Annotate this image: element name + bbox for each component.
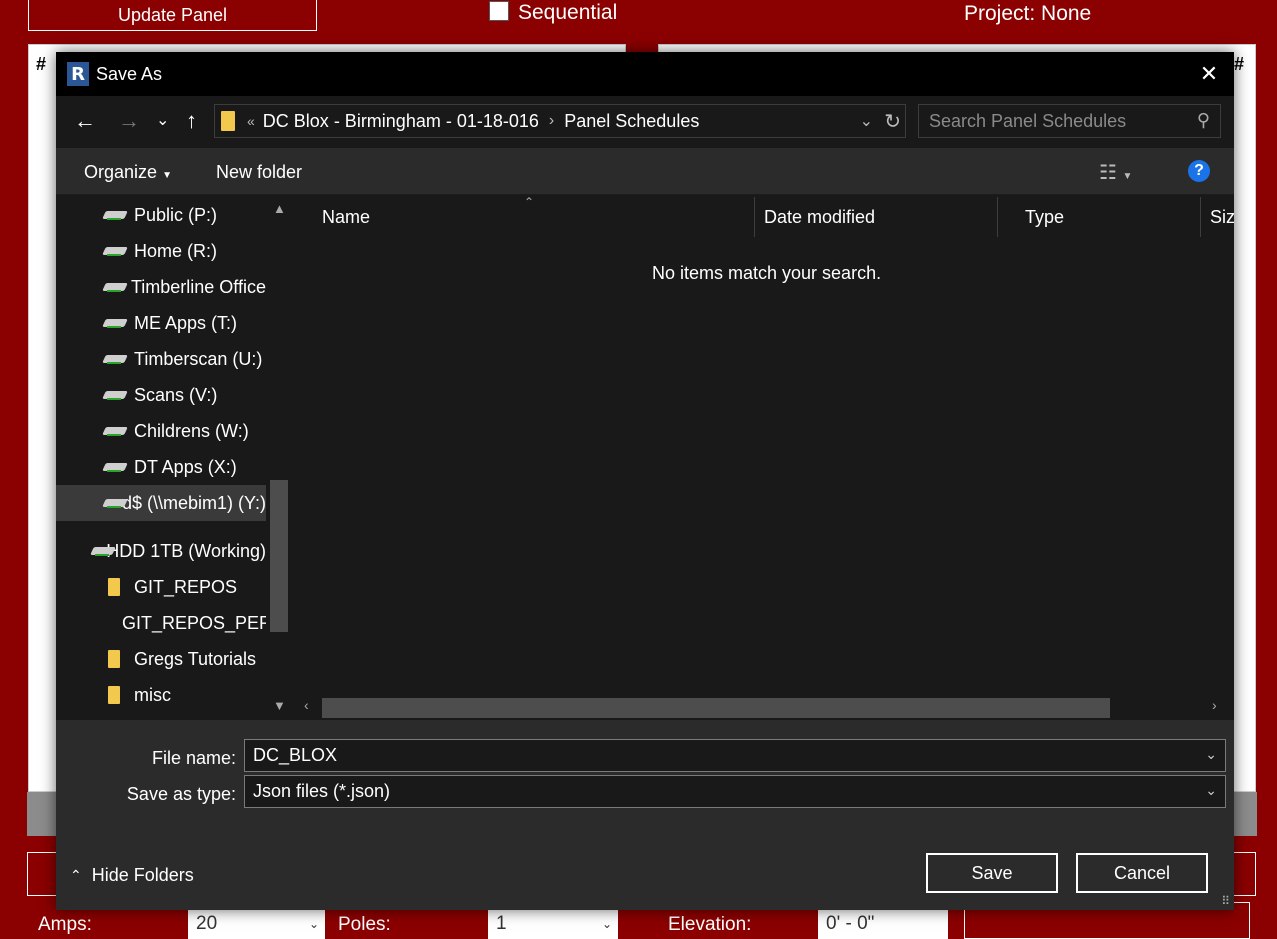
breadcrumb-panel-schedules[interactable]: Panel Schedules (564, 111, 699, 132)
address-bar[interactable]: « DC Blox - Birmingham - 01-18-016 › Pan… (214, 104, 906, 138)
scroll-up-icon[interactable]: ▲ (273, 201, 286, 216)
nav-item-timberline-office[interactable]: Timberline Office (56, 270, 266, 304)
navigation-bar: ← → ⌄ ↑ « DC Blox - Birmingham - 01-18-0… (56, 96, 1234, 148)
nav-item-public[interactable]: Public (P:) (56, 198, 266, 232)
folder-icon (108, 686, 120, 704)
column-header-type[interactable]: Type (1025, 207, 1064, 228)
project-label: Project: None (964, 2, 1092, 25)
breadcrumb-chevron-icon[interactable]: › (549, 112, 554, 130)
hide-folders-toggle[interactable]: ⌃ Hide Folders (70, 865, 194, 886)
up-arrow-icon[interactable]: ↑ (186, 108, 197, 134)
elevation-field[interactable]: 0' - 0" (818, 908, 948, 939)
forward-arrow-icon[interactable]: → (118, 108, 140, 134)
network-drive-icon (104, 389, 128, 401)
scroll-left-icon[interactable]: ‹ (304, 697, 309, 713)
breadcrumb-overflow[interactable]: « (247, 113, 255, 129)
left-grid-header: # (36, 54, 47, 74)
cancel-button[interactable]: Cancel (1076, 853, 1208, 893)
network-drive-icon (104, 209, 128, 221)
empty-folder-message: No items match your search. (652, 263, 882, 283)
nav-item-dt-apps[interactable]: DT Apps (X:) (56, 450, 266, 484)
refresh-icon[interactable]: ↻ (884, 109, 901, 134)
nav-item-home[interactable]: Home (R:) (56, 234, 266, 268)
search-box[interactable]: ⚲ (918, 104, 1221, 138)
chevron-up-icon: ⌃ (70, 867, 82, 883)
nav-item-misc[interactable]: misc (56, 678, 266, 712)
help-icon[interactable]: ? (1188, 160, 1210, 182)
network-drive-icon (104, 317, 128, 329)
column-header-date-modified[interactable]: Date modified (764, 207, 875, 228)
column-divider[interactable] (997, 197, 998, 237)
dialog-toolbar: Organize ▼ New folder ☷ ▼ ? (56, 148, 1234, 195)
folder-icon (108, 578, 120, 596)
back-arrow-icon[interactable]: ← (74, 108, 96, 134)
new-folder-button[interactable]: New folder (216, 162, 302, 183)
save-as-type-label: Save as type: (126, 784, 236, 804)
chevron-down-icon[interactable]: ⌄ (1205, 782, 1217, 799)
search-input[interactable] (929, 110, 1179, 132)
nav-item-git-repos[interactable]: GIT_REPOS (56, 570, 266, 604)
update-panel-button[interactable]: Update Panel (28, 0, 317, 31)
view-options-icon[interactable]: ☷ ▼ (1099, 160, 1132, 185)
save-as-type-select[interactable]: Json files (*.json) ⌄ (244, 775, 1226, 808)
network-drive-icon (104, 461, 128, 473)
scroll-right-icon[interactable]: › (1212, 697, 1217, 713)
nav-item-timberscan[interactable]: Timberscan (U:) (56, 342, 266, 376)
network-drive-icon (104, 425, 128, 437)
network-drive-icon (104, 245, 128, 257)
amps-select[interactable]: 20 ⌄ (188, 908, 325, 939)
nav-item-hdd-1tb[interactable]: HDD 1TB (Working) (56, 534, 266, 568)
network-drive-icon (104, 497, 121, 509)
poles-select[interactable]: 1 ⌄ (488, 908, 618, 939)
sort-ascending-icon: ⌃ (524, 195, 535, 209)
navigation-pane: Public (P:) Home (R:) Timberline Office … (56, 195, 292, 720)
folder-icon (108, 650, 120, 668)
scrollbar-thumb[interactable] (270, 480, 288, 632)
search-icon[interactable]: ⚲ (1197, 110, 1210, 131)
column-divider[interactable] (1200, 197, 1201, 237)
sequential-checkbox[interactable] (489, 1, 509, 21)
column-header-size[interactable]: Size (1210, 207, 1234, 228)
elevation-label: Elevation: (668, 914, 752, 935)
folder-icon (221, 111, 235, 131)
amps-label: Amps: (38, 914, 92, 935)
sequential-label: Sequential (518, 1, 618, 24)
column-divider[interactable] (754, 197, 755, 237)
nav-item-git-repos-personal[interactable]: GIT_REPOS_PERSONAL (56, 606, 266, 640)
hscrollbar-thumb[interactable] (322, 698, 1110, 718)
column-header-name[interactable]: Name (322, 207, 370, 228)
network-drive-icon (104, 353, 128, 365)
right-grid-header: # (1234, 54, 1245, 74)
file-name-field[interactable]: DC_BLOX ⌄ (244, 739, 1226, 772)
nav-item-me-apps[interactable]: ME Apps (T:) (56, 306, 266, 340)
file-name-label: File name: (151, 748, 236, 768)
organize-menu[interactable]: Organize ▼ (84, 162, 172, 183)
nav-item-gregs-tutorials[interactable]: Gregs Tutorials (56, 642, 266, 676)
close-button[interactable]: ✕ (1184, 52, 1234, 96)
dialog-title: Save As (96, 64, 163, 84)
revit-logo-icon: R (67, 62, 89, 86)
chevron-down-icon[interactable]: ⌄ (1205, 746, 1217, 763)
file-list-pane: ⌃ Name Date modified Type Size No items … (292, 195, 1234, 720)
close-icon: ✕ (1199, 61, 1219, 86)
recent-locations-icon[interactable]: ⌄ (156, 110, 169, 130)
hard-drive-icon (92, 545, 110, 557)
scroll-down-icon[interactable]: ▼ (273, 698, 286, 713)
poles-label: Poles: (338, 914, 391, 935)
resize-grip-icon[interactable]: ⠿ (1221, 894, 1230, 908)
save-button[interactable]: Save (926, 853, 1058, 893)
network-drive-icon (104, 281, 125, 293)
nav-pane-scrollbar[interactable]: ▲ ▼ (266, 195, 292, 720)
dialog-titlebar: R Save As ✕ (56, 52, 1234, 96)
nav-item-scans[interactable]: Scans (V:) (56, 378, 266, 412)
save-as-dialog: R Save As ✕ ← → ⌄ ↑ « DC Blox - Birmingh… (56, 52, 1234, 910)
caret-down-icon: ▼ (162, 170, 172, 181)
breadcrumb-project[interactable]: DC Blox - Birmingham - 01-18-016 (263, 111, 539, 132)
nav-item-childrens[interactable]: Childrens (W:) (56, 414, 266, 448)
file-list-hscrollbar[interactable]: ‹ › (296, 695, 1230, 719)
address-dropdown-icon[interactable]: ⌄ (860, 111, 873, 131)
nav-item-d-mebim1[interactable]: d$ (\\mebim1) (Y:) (56, 485, 266, 521)
